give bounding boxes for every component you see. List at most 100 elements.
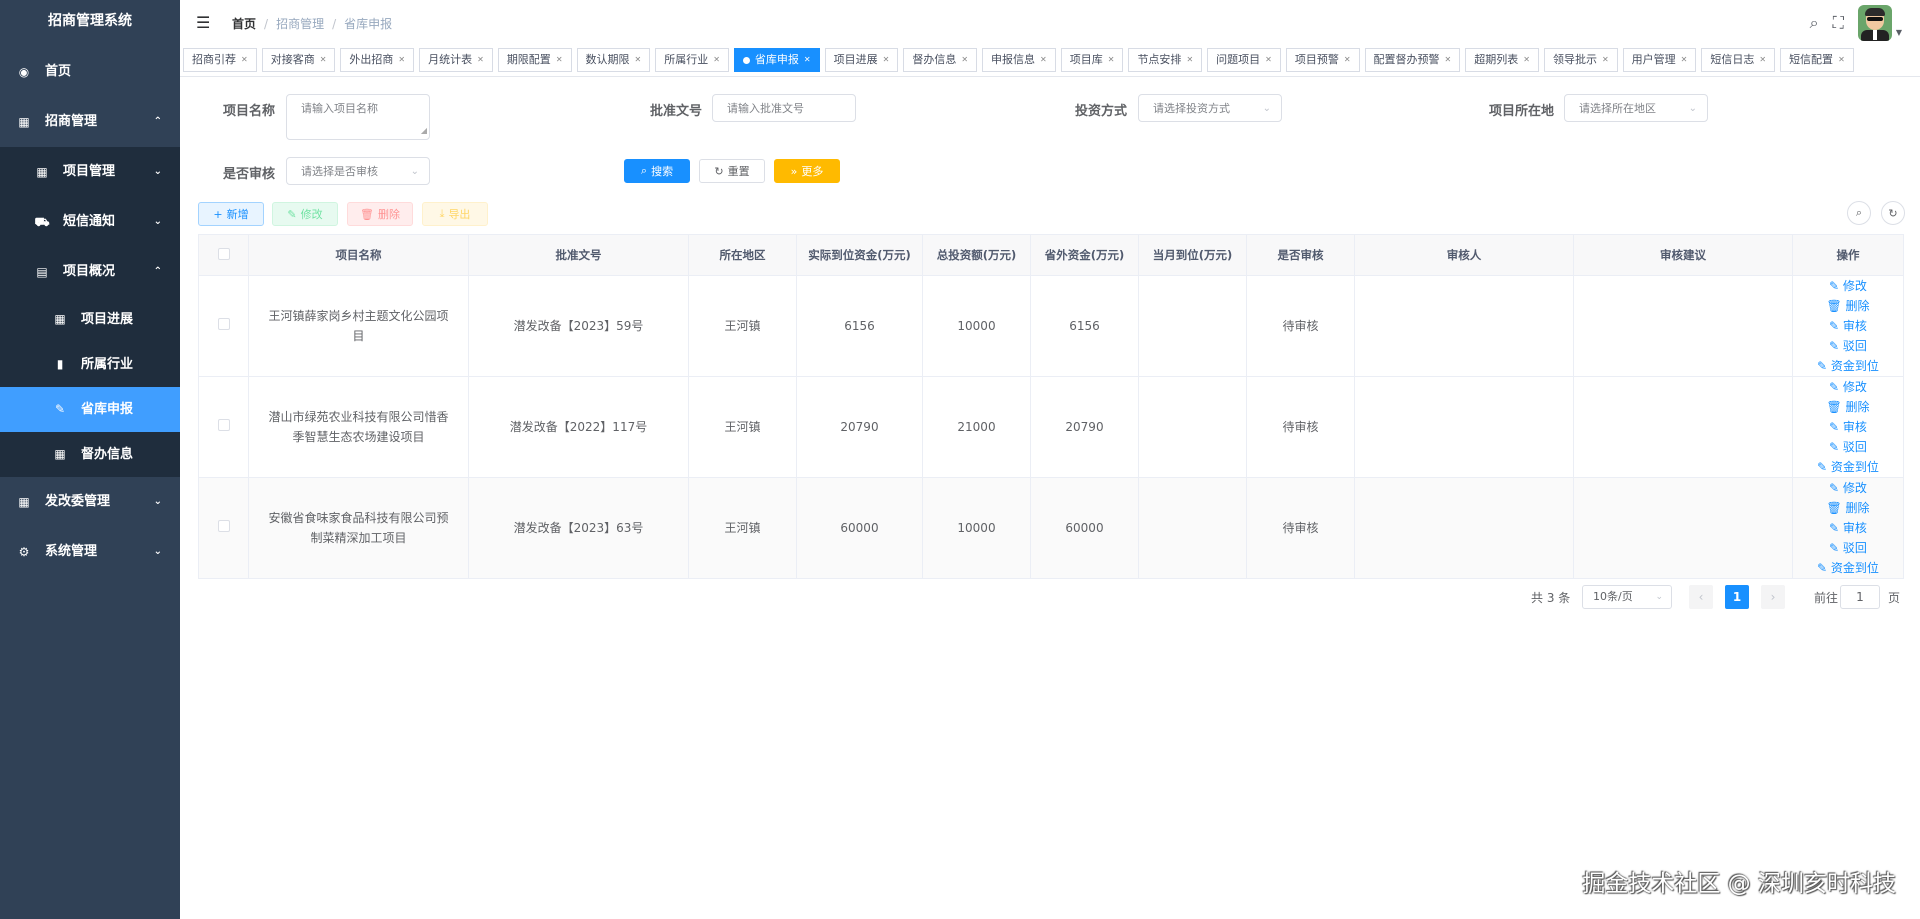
sidebar-item-investment[interactable]: ▦ 招商管理 ⌃ — [0, 97, 180, 147]
edit-button[interactable]: ✎ 修改 — [272, 202, 338, 226]
row-audit-link[interactable]: ✎ 审核 — [1829, 420, 1867, 434]
tag-item[interactable]: 外出招商 ✕ — [340, 48, 415, 72]
close-icon[interactable]: ✕ — [1445, 49, 1452, 71]
row-delete-link[interactable]: 🗑 删除 — [1826, 501, 1869, 515]
close-icon[interactable]: ✕ — [398, 49, 405, 71]
row-reject-link[interactable]: ✎ 驳回 — [1829, 440, 1867, 454]
tag-item[interactable]: 招商引荐 ✕ — [183, 48, 257, 72]
more-button[interactable]: » 更多 — [774, 159, 840, 183]
export-button[interactable]: ⤓ 导出 — [422, 202, 488, 226]
bus-icon: ⛟ — [34, 215, 50, 229]
close-icon[interactable]: ✕ — [1040, 49, 1047, 71]
caret-down-icon[interactable]: ▼ — [1896, 28, 1902, 37]
breadcrumb-investment[interactable]: 招商管理 — [276, 17, 324, 31]
tag-item[interactable]: 超期列表 ✕ — [1465, 48, 1539, 72]
close-icon[interactable]: ✕ — [961, 49, 968, 71]
sidebar-item-system[interactable]: ⚙ 系统管理 ⌄ — [0, 527, 180, 577]
row-reject-link[interactable]: ✎ 驳回 — [1829, 339, 1867, 353]
location-select[interactable]: 请选择所在地区 ⌄ — [1564, 94, 1708, 122]
sidebar-item-project-management[interactable]: ▦ 项目管理 ⌄ — [0, 147, 180, 197]
tag-item[interactable]: 节点安排 ✕ — [1128, 48, 1203, 72]
close-icon[interactable]: ✕ — [1523, 49, 1530, 71]
row-reject-link[interactable]: ✎ 驳回 — [1829, 541, 1867, 555]
tag-item[interactable]: 省库申报 ✕ — [733, 48, 820, 72]
tag-item[interactable]: 期限配置 ✕ — [497, 48, 572, 72]
tag-item[interactable]: 项目库 ✕ — [1060, 48, 1124, 72]
tag-item[interactable]: 短信配置 ✕ — [1780, 48, 1854, 72]
row-edit-link[interactable]: ✎ 修改 — [1829, 380, 1867, 394]
row-checkbox[interactable] — [217, 520, 230, 532]
sidebar-item-provincial-declaration[interactable]: ✎ 省库申报 — [0, 387, 180, 432]
close-icon[interactable]: ✕ — [713, 49, 720, 71]
close-icon[interactable]: ✕ — [320, 49, 327, 71]
sidebar-item-ndrc[interactable]: ▦ 发改委管理 ⌄ — [0, 477, 180, 527]
row-funds-link[interactable]: ✎ 资金到位 — [1817, 561, 1879, 575]
tag-item[interactable]: 数认期限 ✕ — [576, 48, 651, 72]
row-checkbox[interactable] — [217, 318, 230, 330]
goto-page-input[interactable]: 1 — [1840, 585, 1880, 609]
approval-no-input[interactable]: 请输入批准文号 — [712, 94, 856, 122]
row-funds-link[interactable]: ✎ 资金到位 — [1817, 359, 1879, 373]
sidebar-item-project-progress[interactable]: ▦ 项目进展 — [0, 297, 180, 342]
tag-item[interactable]: 项目预警 ✕ — [1285, 48, 1360, 72]
tag-item[interactable]: 配置督办预警 ✕ — [1364, 48, 1461, 72]
tag-item[interactable]: 所属行业 ✕ — [655, 48, 729, 72]
select-all-cell[interactable] — [198, 234, 249, 276]
close-icon[interactable]: ✕ — [1265, 49, 1272, 71]
refresh-button[interactable]: ↻ — [1881, 201, 1905, 225]
add-button[interactable]: + 新增 — [198, 202, 264, 226]
close-icon[interactable]: ✕ — [1602, 49, 1609, 71]
prev-page-button[interactable]: ‹ — [1689, 585, 1713, 609]
project-name-input[interactable]: 请输入项目名称 ◢ — [286, 94, 430, 140]
close-icon[interactable]: ✕ — [556, 49, 563, 71]
breadcrumb-home[interactable]: 首页 — [232, 17, 256, 31]
row-delete-link[interactable]: 🗑 删除 — [1826, 400, 1869, 414]
row-checkbox[interactable] — [217, 419, 230, 431]
select-all-checkbox[interactable] — [217, 247, 230, 260]
invest-method-select[interactable]: 请选择投资方式 ⌄ — [1138, 94, 1282, 122]
fullscreen-icon[interactable]: ⛶ — [1833, 13, 1844, 33]
sidebar-item-supervision[interactable]: ▦ 督办信息 — [0, 432, 180, 477]
toggle-search-button[interactable]: ⌕ — [1847, 201, 1871, 225]
tag-item[interactable]: 对接客商 ✕ — [261, 48, 336, 72]
close-icon[interactable]: ✕ — [1681, 49, 1688, 71]
tag-item[interactable]: 督办信息 ✕ — [903, 48, 978, 72]
delete-button[interactable]: 🗑 删除 — [347, 202, 413, 226]
row-edit-link[interactable]: ✎ 修改 — [1829, 481, 1867, 495]
next-page-button[interactable]: › — [1761, 585, 1785, 609]
close-icon[interactable]: ✕ — [1186, 49, 1193, 71]
tag-item[interactable]: 短信日志 ✕ — [1701, 48, 1776, 72]
close-icon[interactable]: ✕ — [635, 49, 642, 71]
row-audit-link[interactable]: ✎ 审核 — [1829, 319, 1867, 333]
page-number-button[interactable]: 1 — [1725, 585, 1749, 609]
close-icon[interactable]: ✕ — [804, 49, 811, 71]
avatar[interactable] — [1857, 5, 1892, 41]
tag-item[interactable]: 申报信息 ✕ — [982, 48, 1056, 72]
tag-item[interactable]: 月统计表 ✕ — [419, 48, 493, 72]
hamburger-icon[interactable]: ☰ — [196, 13, 210, 32]
sidebar-item-industry[interactable]: ▮ 所属行业 — [0, 342, 180, 387]
close-icon[interactable]: ✕ — [883, 49, 890, 71]
sidebar-item-sms-notice[interactable]: ⛟ 短信通知 ⌄ — [0, 197, 180, 247]
search-icon[interactable]: ⌕ — [1810, 13, 1819, 33]
page-size-select[interactable]: 10条/页 ⌄ — [1582, 585, 1672, 609]
tag-item[interactable]: 问题项目 ✕ — [1207, 48, 1281, 72]
row-funds-link[interactable]: ✎ 资金到位 — [1817, 460, 1879, 474]
tag-item[interactable]: 项目进展 ✕ — [824, 48, 899, 72]
row-audit-link[interactable]: ✎ 审核 — [1829, 521, 1867, 535]
search-button[interactable]: ⌕ 搜索 — [624, 159, 690, 183]
sidebar-item-home[interactable]: ◉ 首页 — [0, 47, 180, 97]
close-icon[interactable]: ✕ — [1344, 49, 1351, 71]
close-icon[interactable]: ✕ — [1108, 49, 1115, 71]
tag-item[interactable]: 领导批示 ✕ — [1543, 48, 1618, 72]
close-icon[interactable]: ✕ — [1759, 49, 1766, 71]
close-icon[interactable]: ✕ — [477, 49, 484, 71]
row-delete-link[interactable]: 🗑 删除 — [1826, 299, 1869, 313]
audited-select[interactable]: 请选择是否审核 ⌄ — [286, 157, 430, 185]
close-icon[interactable]: ✕ — [1838, 49, 1845, 71]
sidebar-item-project-overview[interactable]: ▤ 项目概况 ⌃ — [0, 247, 180, 297]
close-icon[interactable]: ✕ — [241, 49, 248, 71]
tag-item[interactable]: 用户管理 ✕ — [1622, 48, 1697, 72]
row-edit-link[interactable]: ✎ 修改 — [1829, 279, 1867, 293]
reset-button[interactable]: ↻ 重置 — [699, 159, 765, 183]
